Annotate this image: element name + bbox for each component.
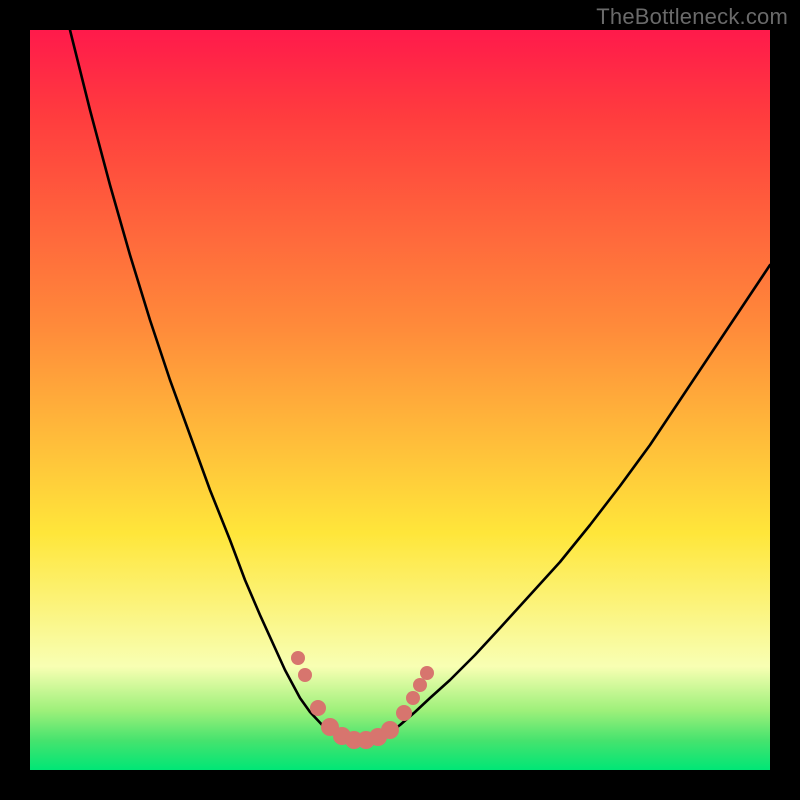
marker-dot — [291, 651, 305, 665]
plot-area — [30, 30, 770, 770]
gradient-background — [30, 30, 770, 770]
marker-dot — [406, 691, 420, 705]
marker-dot — [420, 666, 434, 680]
chart-svg — [30, 30, 770, 770]
marker-dot — [310, 700, 326, 716]
marker-dot — [396, 705, 412, 721]
marker-dot — [298, 668, 312, 682]
watermark-text: TheBottleneck.com — [596, 4, 788, 30]
marker-dot — [381, 721, 399, 739]
marker-dot — [413, 678, 427, 692]
chart-frame: TheBottleneck.com — [0, 0, 800, 800]
